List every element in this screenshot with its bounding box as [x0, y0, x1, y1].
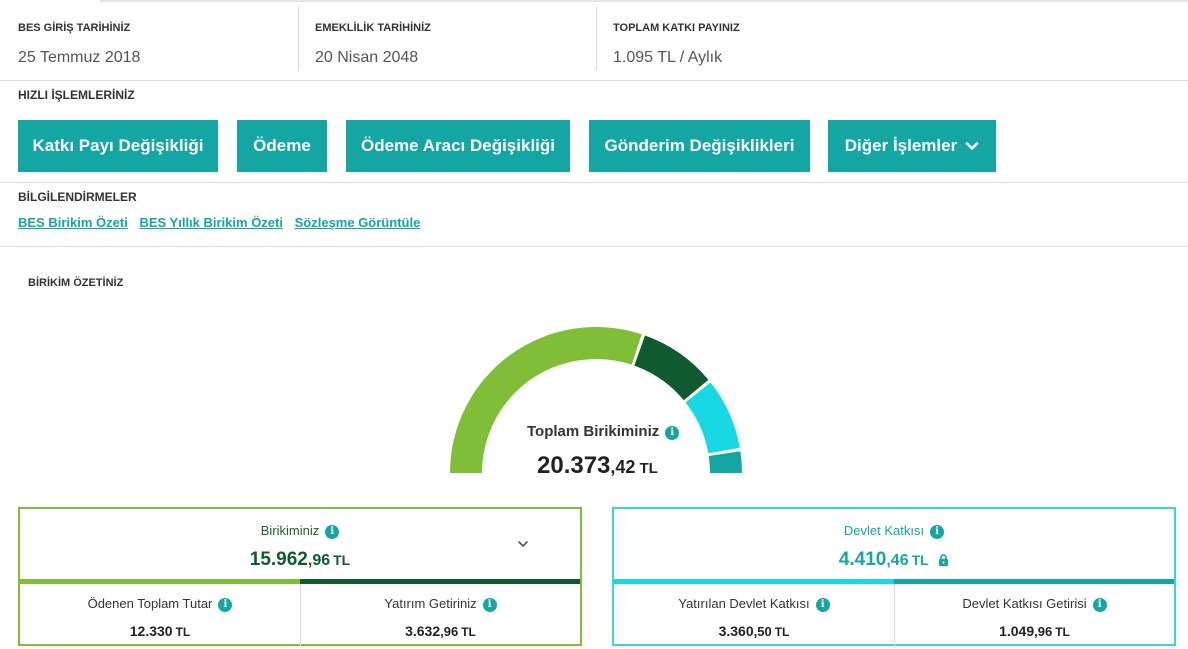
info-icon[interactable]: i: [1092, 598, 1107, 612]
investment-return: Yatırım Getiriniz i 3.632,96 TL: [300, 584, 580, 646]
divider: [0, 182, 1188, 183]
contribution-change-button[interactable]: Katkı Payı Değişikliği: [18, 120, 218, 172]
info-links: BES Birikim Özeti BES Yıllık Birikim Öze…: [18, 215, 428, 230]
retirement-label: EMEKLİLİK TARİHİNİZ: [315, 22, 431, 34]
info-title: BİLGİLENDİRMELER: [18, 190, 137, 204]
view-contract-link[interactable]: Sözleşme Görüntüle: [295, 215, 421, 230]
bes-start-value: 25 Temmuz 2018: [18, 49, 141, 66]
state-contribution-value: 4.410,46 TL: [614, 549, 1174, 571]
info-icon[interactable]: i: [665, 426, 680, 440]
retirement-value: 20 Nisan 2048: [315, 49, 419, 66]
investment-return-value: 3.632,96 TL: [405, 623, 476, 639]
gauge-segment: [685, 382, 740, 454]
total-contribution: TOPLAM KATKI PAYINIZ 1.095 TL / Aylık: [596, 6, 896, 70]
divider: [0, 246, 1188, 247]
chevron-down-icon: [965, 142, 979, 150]
info-icon[interactable]: i: [325, 525, 340, 539]
info-icon[interactable]: i: [218, 598, 233, 612]
quick-actions-title: HIZLI İŞLEMLERİNİZ: [18, 88, 135, 102]
state-paid: Yatırılan Devlet Katkısı i 3.360,50 TL: [614, 584, 894, 646]
state-return: Devlet Katkısı Getirisi i 1.049,96 TL: [894, 584, 1174, 646]
info-icon[interactable]: i: [815, 598, 830, 612]
bes-yearly-summary-link[interactable]: BES Yıllık Birikim Özeti: [139, 215, 283, 230]
info-header: BES GİRİŞ TARİHİNİZ 25 Temmuz 2018 EMEKL…: [0, 6, 1188, 81]
bes-savings-summary-link[interactable]: BES Birikim Özeti: [18, 215, 128, 230]
lock-icon: [939, 554, 949, 566]
total-savings-value: 20.373,42 TL: [537, 452, 658, 479]
other-actions-label: Diğer İşlemler: [844, 136, 958, 155]
state-paid-label: Yatırılan Devlet Katkısı i: [614, 596, 894, 612]
info-icon[interactable]: i: [482, 598, 497, 612]
savings-label: Birikiminiz i: [20, 523, 580, 539]
paid-total: Ödenen Toplam Tutar i 12.330 TL: [20, 584, 300, 646]
contribution-label: TOPLAM KATKI PAYINIZ: [613, 22, 740, 34]
paid-total-label: Ödenen Toplam Tutar i: [20, 596, 300, 612]
savings-card: Birikiminiz i 15.962,96 TL Ödenen Toplam T…: [18, 507, 582, 646]
savings-summary-title: BİRİKİM ÖZETİNİZ: [28, 277, 124, 289]
state-return-label: Devlet Katkısı Getirisi i: [895, 596, 1174, 612]
total-savings-label: Toplam Birikiminiz i: [527, 423, 680, 440]
bes-start-date: BES GİRİŞ TARİHİNİZ 25 Temmuz 2018: [0, 6, 300, 70]
gauge-segment: [708, 451, 742, 473]
paid-total-value: 12.330 TL: [129, 623, 191, 639]
chevron-down-icon[interactable]: [516, 537, 530, 551]
savings-card-header[interactable]: Birikiminiz i 15.962,96 TL: [20, 509, 580, 581]
state-contribution-header: Devlet Katkısı i 4.410,46 TL: [614, 509, 1174, 581]
savings-value: 15.962,96 TL: [249, 549, 351, 570]
state-return-value: 1.049,96 TL: [999, 623, 1070, 639]
retirement-date: EMEKLİLİK TARİHİNİZ 20 Nisan 2048: [298, 6, 596, 70]
investment-return-label: Yatırım Getiriniz i: [301, 596, 580, 612]
other-actions-button[interactable]: Diğer İşlemler: [828, 120, 996, 172]
gauge-segment: [634, 335, 709, 401]
delivery-changes-button[interactable]: Gönderim Değişiklikleri: [589, 120, 810, 172]
contribution-value: 1.095 TL / Aylık: [613, 49, 723, 66]
payment-method-change-button[interactable]: Ödeme Aracı Değişikliği: [346, 120, 570, 172]
bes-start-label: BES GİRİŞ TARİHİNİZ: [18, 22, 131, 34]
state-contribution-label: Devlet Katkısı i: [614, 523, 1174, 539]
state-contribution-card: Devlet Katkısı i 4.410,46 TL Yatırılan Dev…: [612, 507, 1176, 646]
info-icon[interactable]: i: [930, 525, 945, 539]
payment-button[interactable]: Ödeme: [237, 120, 327, 172]
top-border: [100, 0, 1188, 2]
state-paid-value: 3.360,50 TL: [718, 623, 790, 639]
